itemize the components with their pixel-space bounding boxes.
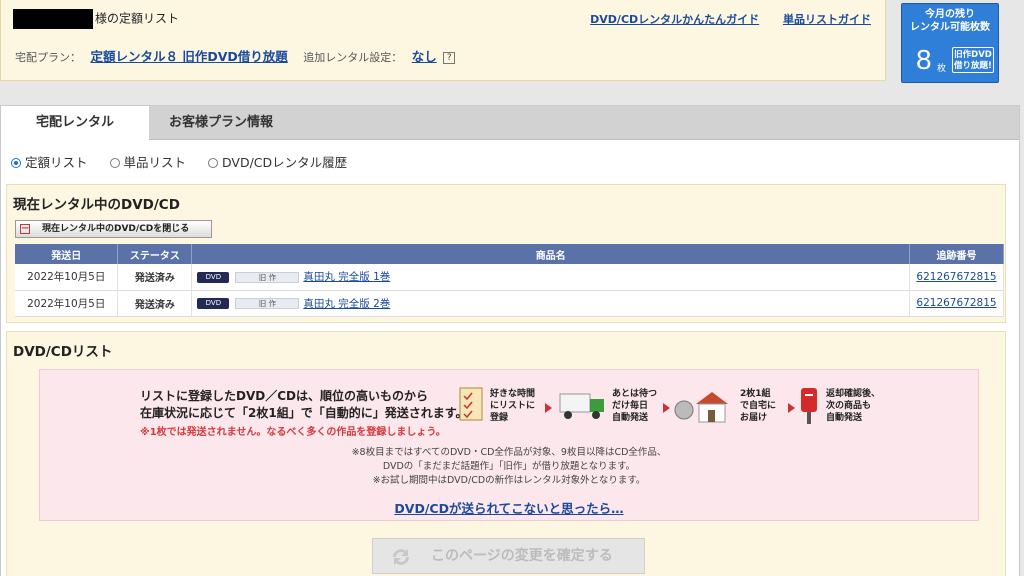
tracking-link[interactable]: 621267672815	[916, 271, 996, 283]
radio-button-checked[interactable]	[11, 158, 21, 168]
checklist-icon	[459, 387, 483, 421]
banner-warning: ※1枚では発送されません。なるべく多くの作品を登録しましょう。	[140, 427, 446, 438]
tab-home-delivery-rental[interactable]: 宅配レンタル	[1, 106, 149, 141]
minus-icon: −	[20, 223, 30, 234]
not-received-help-link[interactable]: DVD/CDが送られてこないと思ったら…	[394, 501, 623, 516]
help-link-row: DVD/CDが送られてこないと思ったら…	[40, 498, 978, 517]
current-rental-panel: 現在レンタル中のDVD/CD − 現在レンタル中のDVD/CDを閉じる 発送日 …	[6, 184, 1006, 323]
confirm-changes-button[interactable]: このページの変更を確定する	[372, 538, 645, 574]
plan-label: 宅配プラン：	[15, 51, 81, 64]
tab-bar: 宅配レンタル お客様プラン情報	[1, 106, 1019, 141]
tracking-link[interactable]: 621267672815	[916, 297, 996, 309]
category-badge: 旧 作	[235, 271, 300, 283]
banner-note: DVDの「まだまだ話題作」「旧作」が借り放題となります。	[382, 461, 636, 472]
plan-info: 宅配プラン： 定額レンタル８ 旧作DVD借り放題 追加レンタル設定： なし ?	[15, 46, 456, 65]
radio-flat-list[interactable]: 定額リスト	[11, 155, 88, 170]
status: 発送済み	[117, 290, 193, 317]
radio-single-list[interactable]: 単品リスト	[109, 155, 186, 170]
additional-rental-link[interactable]: なし	[412, 49, 437, 64]
format-badge: DVD	[197, 271, 230, 283]
col-ship-date: 発送日	[15, 244, 119, 264]
ship-date: 2022年10月5日	[15, 290, 119, 317]
dvd-list-title: DVD/CDリスト	[13, 344, 113, 360]
house-icon	[674, 392, 728, 423]
step-return: 返却確認後、 次の商品も 自動発送	[798, 386, 880, 430]
easy-guide-link[interactable]: DVD/CDレンタルかんたんガイド	[590, 13, 759, 26]
remaining-unit: 枚	[937, 64, 947, 74]
mailbox-icon	[801, 388, 817, 424]
additional-rental-label: 追加レンタル設定：	[303, 51, 403, 64]
col-tracking-number: 追跡番号	[909, 244, 1005, 264]
unlimited-badge: 旧作DVD 借り放題!	[952, 47, 994, 73]
close-rental-button[interactable]: − 現在レンタル中のDVD/CDを閉じる	[15, 220, 212, 238]
col-status: ステータス	[117, 244, 193, 264]
remaining-label: 今月の残り レンタル可能枚数	[910, 9, 990, 33]
refresh-icon	[393, 549, 409, 565]
rental-table: 発送日 ステータス 商品名 追跡番号 2022年10月5日 発送済み DVD 旧 …	[15, 244, 1005, 317]
remaining-rentals-box: 今月の残り レンタル可能枚数 8 枚 旧作DVD 借り放題!	[901, 3, 999, 83]
step-auto-ship: あとは待つ だけ毎日 自動発送	[558, 386, 657, 426]
format-badge: DVD	[197, 298, 230, 309]
arrow-icon	[545, 403, 552, 413]
product-link[interactable]: 真田丸 完全版 2巻	[303, 298, 390, 310]
banner-note: ※お試し期間中はDVD/CDの新作はレンタル対象外となります。	[372, 475, 646, 486]
col-product-name: 商品名	[191, 244, 910, 264]
single-list-guide-link[interactable]: 単品リストガイド	[783, 13, 871, 26]
product-cell: DVD 旧 作真田丸 完全版 2巻	[191, 290, 910, 317]
step-register: 好きな時間 にリストに 登録	[458, 386, 535, 426]
tracking-cell: 621267672815	[909, 264, 1005, 291]
main-card: 宅配レンタル お客様プラン情報 定額リスト 単品リスト DVD/CDレンタル履歴…	[0, 105, 1020, 576]
banner-main-text: リストに登録したDVD／CDは、順位の高いものから 在庫状況に応じて「2枚1組」…	[140, 389, 468, 420]
status: 発送済み	[117, 264, 193, 291]
page-title: 様の定額リスト	[13, 9, 179, 29]
help-icon[interactable]: ?	[443, 52, 456, 64]
redacted-username	[13, 9, 93, 29]
arrow-icon	[663, 403, 670, 413]
step-delivery: 2枚1組 で自宅に お届け	[674, 386, 776, 430]
banner-note: ※8枚目まではすべてのDVD・CD全作品が対象、9枚目以降はCD全作品、	[351, 447, 667, 458]
radio-button[interactable]	[109, 158, 120, 168]
table-row: 2022年10月5日 発送済み DVD 旧 作真田丸 完全版 1巻 6212676…	[15, 264, 1005, 291]
radio-rental-history[interactable]: DVD/CDレンタル履歴	[208, 155, 347, 170]
radio-button[interactable]	[208, 158, 218, 168]
truck-icon	[559, 393, 604, 419]
table-header-row: 発送日 ステータス 商品名 追跡番号	[15, 244, 1005, 264]
current-rental-title: 現在レンタル中のDVD/CD	[13, 197, 180, 213]
product-cell: DVD 旧 作真田丸 完全版 1巻	[191, 264, 910, 291]
table-row: 2022年10月5日 発送済み DVD 旧 作真田丸 完全版 2巻 6212676…	[15, 290, 1005, 317]
dvd-list-panel: DVD/CDリスト リストに登録したDVD／CDは、順位の高いものから 在庫状況…	[6, 331, 1006, 576]
header-panel: 様の定額リスト DVD/CDレンタルかんたんガイド 単品リストガイド 宅配プラン…	[0, 0, 886, 81]
arrow-icon	[788, 403, 795, 413]
guide-links: DVD/CDレンタルかんたんガイド 単品リストガイド	[570, 11, 871, 27]
product-link[interactable]: 真田丸 完全版 1巻	[303, 271, 390, 283]
ship-date: 2022年10月5日	[15, 264, 119, 291]
tab-customer-plan-info[interactable]: お客様プラン情報	[149, 106, 293, 140]
remaining-count: 8	[916, 44, 932, 75]
auto-shipping-banner: リストに登録したDVD／CDは、順位の高いものから 在庫状況に応じて「2枚1組」…	[39, 369, 979, 521]
list-type-radios: 定額リスト 単品リスト DVD/CDレンタル履歴	[11, 152, 365, 171]
category-badge: 旧 作	[235, 298, 300, 309]
plan-link[interactable]: 定額レンタル８ 旧作DVD借り放題	[91, 49, 288, 64]
tracking-cell: 621267672815	[909, 290, 1005, 317]
